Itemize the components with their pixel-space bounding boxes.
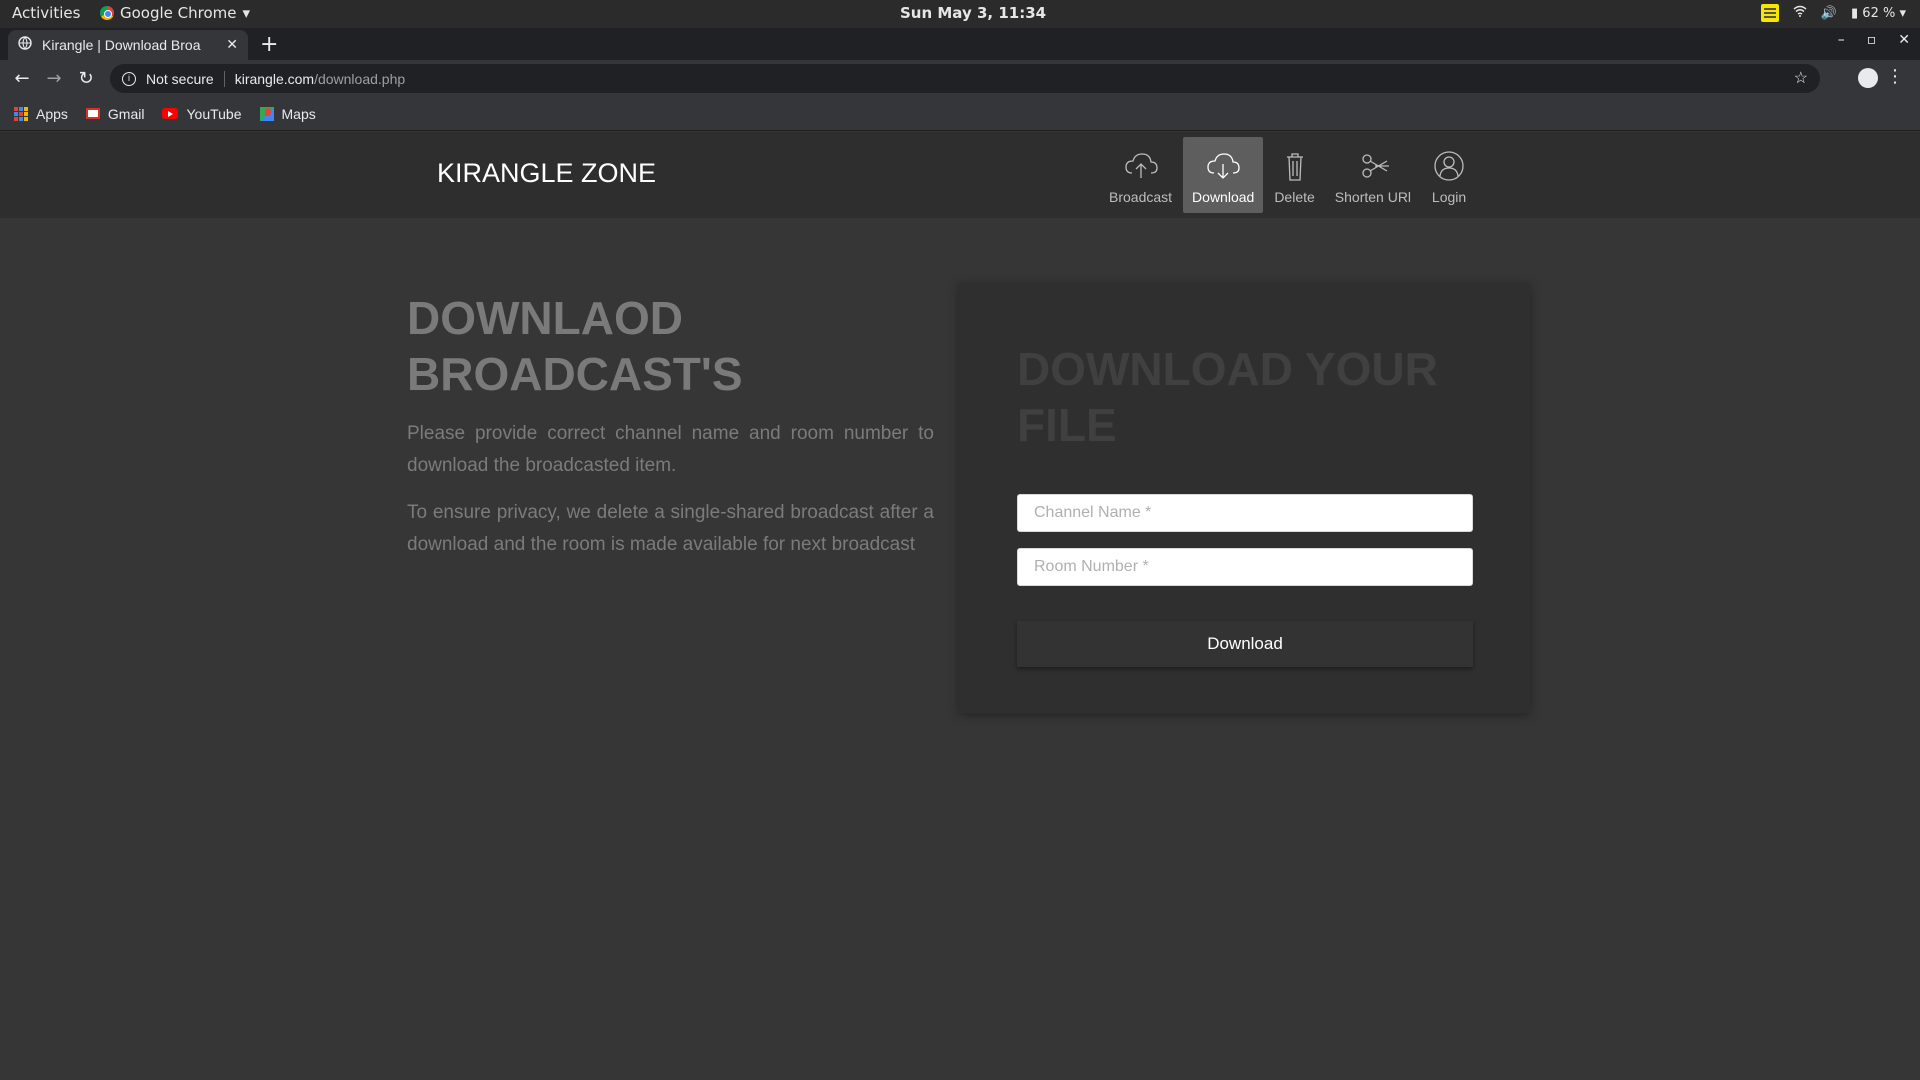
tab-strip: Kirangle | Download Broa ✕ + – ▫ ✕ bbox=[0, 28, 1920, 60]
close-tab-icon[interactable]: ✕ bbox=[226, 37, 238, 53]
site-header: KIRANGLE ZONE Broadcast Download Delete … bbox=[0, 132, 1920, 218]
nav-login[interactable]: Login bbox=[1422, 137, 1476, 213]
nav-label: Shorten URl bbox=[1334, 189, 1412, 205]
divider bbox=[223, 70, 225, 87]
bookmark-star-icon[interactable]: ☆ bbox=[1794, 68, 1808, 88]
channel-name-input[interactable] bbox=[1017, 494, 1473, 532]
download-form-card: DOWNLOAD YOUR FILE Download bbox=[959, 283, 1530, 713]
bookmark-youtube[interactable]: YouTube bbox=[162, 105, 242, 122]
close-window-icon[interactable]: ✕ bbox=[1898, 32, 1910, 48]
window-controls: – ▫ ✕ bbox=[1838, 32, 1910, 48]
bookmark-gmail[interactable]: Gmail bbox=[85, 105, 145, 122]
battery-icon: ▮ bbox=[1851, 5, 1859, 21]
app-menu-label: Google Chrome bbox=[120, 4, 237, 22]
globe-icon bbox=[18, 36, 32, 54]
nav-delete[interactable]: Delete bbox=[1265, 137, 1323, 213]
trash-icon bbox=[1286, 153, 1303, 181]
volume-icon: 🔊 bbox=[1820, 5, 1837, 21]
site-brand[interactable]: KIRANGLE ZONE bbox=[437, 158, 656, 189]
activities-button[interactable]: Activities bbox=[12, 4, 80, 22]
bookmark-maps[interactable]: Maps bbox=[259, 105, 316, 122]
address-bar[interactable]: i Not secure kirangle.com /download.php … bbox=[110, 64, 1820, 93]
cloud-download-icon bbox=[1207, 153, 1240, 179]
system-top-bar: Activities Google Chrome ▾ Sun May 3, 11… bbox=[0, 0, 1920, 28]
tab-title: Kirangle | Download Broa bbox=[42, 37, 201, 53]
user-icon bbox=[1434, 151, 1464, 181]
battery-indicator: ▮ 62 % ▾ bbox=[1851, 6, 1906, 21]
back-icon[interactable]: ← bbox=[6, 68, 38, 89]
reload-icon[interactable]: ↻ bbox=[70, 68, 102, 89]
page-title: DOWNLAOD BROADCAST'S bbox=[407, 292, 743, 400]
download-button[interactable]: Download bbox=[1017, 621, 1473, 667]
youtube-icon bbox=[162, 108, 179, 119]
url-path: /download.php bbox=[314, 70, 406, 87]
apps-icon bbox=[14, 106, 28, 121]
nav-label: Download bbox=[1192, 189, 1255, 205]
nav-label: Delete bbox=[1274, 189, 1315, 205]
room-number-input[interactable] bbox=[1017, 548, 1473, 586]
bookmark-label: Maps bbox=[281, 105, 316, 122]
system-tray[interactable]: 🔊 ▮ 62 % ▾ bbox=[1760, 4, 1906, 22]
battery-percent: 62 % bbox=[1862, 5, 1896, 21]
scissors-icon bbox=[1362, 154, 1389, 178]
minimize-icon[interactable]: – bbox=[1838, 32, 1845, 48]
bookmark-label: Gmail bbox=[107, 105, 145, 122]
browser-toolbar: ← → ↻ i Not secure kirangle.com /downloa… bbox=[0, 60, 1920, 97]
nav-broadcast[interactable]: Broadcast bbox=[1100, 137, 1181, 213]
notes-icon[interactable] bbox=[1760, 4, 1779, 22]
chrome-icon bbox=[100, 6, 114, 20]
nav-label: Login bbox=[1431, 189, 1467, 205]
profile-avatar-icon[interactable] bbox=[1858, 68, 1878, 88]
form-title: DOWNLOAD YOUR FILE bbox=[1017, 343, 1438, 451]
cloud-upload-icon bbox=[1124, 153, 1158, 178]
nav-download[interactable]: Download bbox=[1183, 137, 1264, 213]
url-host: kirangle.com bbox=[234, 70, 315, 87]
bookmark-label: YouTube bbox=[186, 105, 242, 122]
bookmarks-bar: Apps Gmail YouTube Maps bbox=[0, 97, 1920, 131]
gmail-icon bbox=[85, 108, 100, 119]
new-tab-button[interactable]: + bbox=[260, 32, 278, 57]
forward-icon[interactable]: → bbox=[38, 68, 70, 89]
clock[interactable]: Sun May 3, 11:34 bbox=[900, 4, 1046, 22]
site-nav: Broadcast Download Delete Shorten URl Lo… bbox=[1100, 137, 1478, 213]
description-paragraph: Please provide correct channel name and … bbox=[407, 423, 934, 476]
nav-shorten-url[interactable]: Shorten URl bbox=[1326, 137, 1420, 213]
bookmark-apps[interactable]: Apps bbox=[14, 106, 68, 122]
more-menu-icon[interactable]: ⋮ bbox=[1886, 66, 1904, 87]
app-menu[interactable]: Google Chrome ▾ bbox=[100, 4, 250, 22]
maps-icon bbox=[259, 106, 274, 121]
nav-label: Broadcast bbox=[1109, 189, 1173, 205]
browser-tab[interactable]: Kirangle | Download Broa ✕ bbox=[8, 30, 248, 60]
privacy-paragraph: To ensure privacy, we delete a single-sh… bbox=[407, 502, 934, 555]
bookmark-label: Apps bbox=[36, 105, 68, 122]
info-icon[interactable]: i bbox=[122, 71, 136, 86]
wifi-icon bbox=[1793, 5, 1807, 21]
chevron-down-icon: ▾ bbox=[1899, 5, 1906, 21]
security-label[interactable]: Not secure bbox=[146, 71, 214, 87]
maximize-icon[interactable]: ▫ bbox=[1867, 32, 1877, 48]
chevron-down-icon: ▾ bbox=[242, 4, 251, 22]
